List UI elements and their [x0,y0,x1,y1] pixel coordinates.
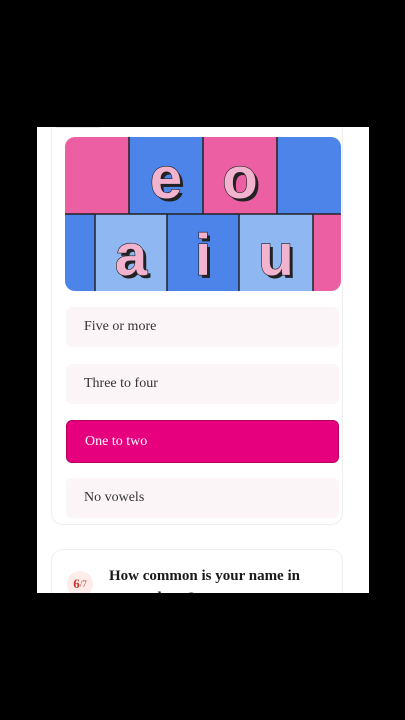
letter-e: e [150,146,182,211]
question-number-badge: 6/7 [67,571,93,593]
option-three-to-four[interactable]: Three to four [66,364,339,404]
option-five-or-more[interactable]: Five or more [66,307,339,347]
option-label: One to two [85,433,148,449]
option-one-to-two[interactable]: One to two [66,420,339,463]
quiz-screen: e o a i u e o a i u Five or more Three t… [37,127,369,593]
letter-a: a [115,223,148,288]
option-label: Five or more [84,319,157,334]
option-label: Three to four [84,376,158,391]
letter-u: u [258,223,293,288]
option-no-vowels[interactable]: No vowels [66,478,339,518]
card-tab [52,127,104,128]
vowels-banner-image: e o a i u e o a i u [65,137,341,291]
option-label: No vowels [84,490,145,505]
question-text: How common is your name in your culture? [109,568,300,593]
letter-o: o [222,146,257,211]
letter-i: i [195,223,211,288]
vowels-illustration: e o a i u e o a i u [65,137,341,291]
